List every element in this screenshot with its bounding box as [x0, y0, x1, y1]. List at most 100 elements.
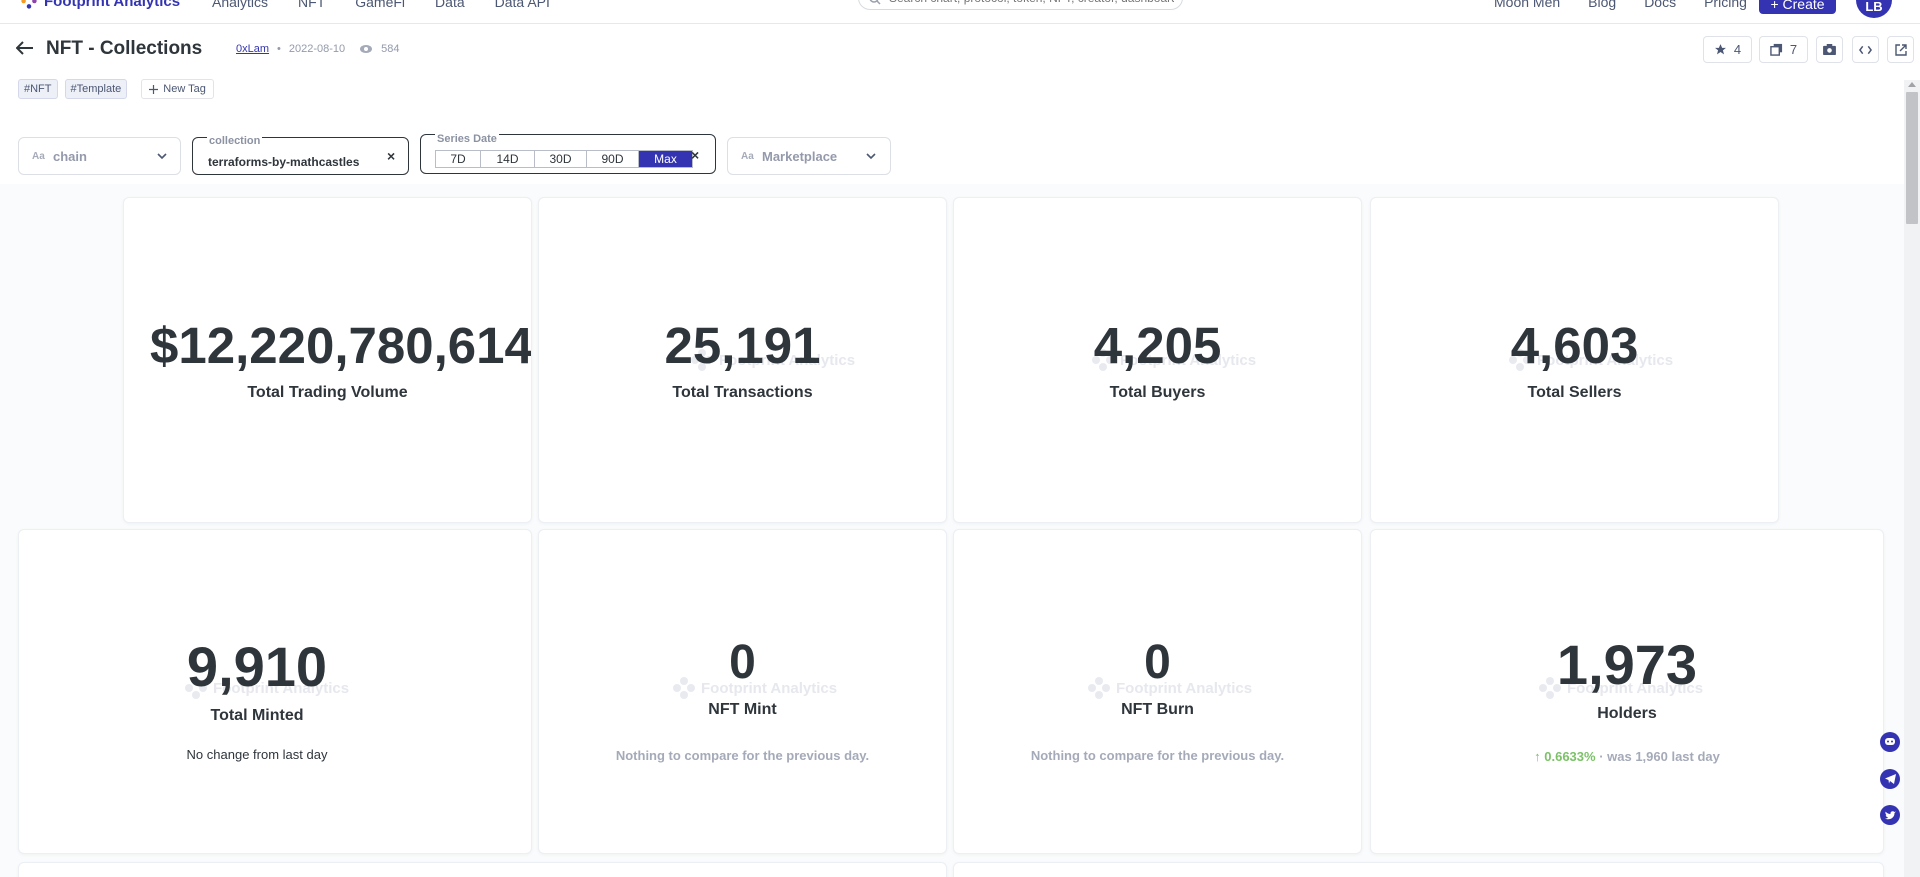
scrollbar-thumb[interactable]	[1906, 92, 1918, 224]
nft-mint-value: 0	[729, 636, 756, 689]
collection-filter[interactable]: collection terraforms-by-mathcastles ×	[192, 135, 409, 175]
series-date-label: Series Date	[435, 133, 499, 145]
nav-link-data-api[interactable]: Data API	[495, 0, 550, 10]
duplicate-count: 7	[1789, 42, 1798, 57]
buyers-value: 4,205	[1093, 317, 1222, 374]
twitter-button[interactable]	[1880, 805, 1900, 825]
avatar[interactable]: LB	[1856, 0, 1892, 18]
trading-volume-value: $12,220,780,614	[150, 317, 532, 374]
minted-label: Total Minted	[210, 707, 304, 724]
favorite-count: 4	[1733, 42, 1742, 57]
tag-nft[interactable]: #NFT	[18, 79, 58, 99]
footprint-logo-icon	[20, 0, 38, 10]
card-nft-burn: Footprint Analytics 0 NFT Burn Nothing t…	[953, 529, 1362, 854]
holders-label: Holders	[1597, 705, 1657, 722]
twitter-icon	[1884, 810, 1896, 819]
logo-text: Footprint Analytics	[44, 0, 181, 10]
collection-filter-value: terraforms-by-mathcastles	[208, 155, 360, 169]
search-icon	[869, 0, 881, 5]
meta-separator: •	[277, 43, 281, 55]
logo[interactable]: Footprint Analytics	[20, 0, 180, 10]
transactions-label: Total Transactions	[672, 384, 813, 401]
range-option-max[interactable]: Max	[639, 151, 692, 167]
author-link[interactable]: 0xLam	[236, 43, 269, 55]
nav-link-pricing[interactable]: Pricing	[1704, 0, 1747, 10]
share-button[interactable]	[1887, 36, 1914, 63]
view-count: 584	[381, 43, 400, 55]
clear-collection-icon[interactable]: ×	[387, 148, 395, 164]
tag-template[interactable]: #Template	[64, 79, 128, 99]
clear-date-icon[interactable]: ×	[691, 147, 699, 163]
marketplace-filter-label: Marketplace	[762, 149, 838, 164]
copy-icon	[1770, 43, 1782, 56]
new-tag-button[interactable]: New Tag	[141, 79, 214, 99]
range-option-7d[interactable]: 7D	[436, 151, 481, 167]
camera-icon	[1823, 44, 1836, 55]
chain-filter-label: chain	[53, 149, 87, 164]
card-nft-mint: Footprint Analytics 0 NFT Mint Nothing t…	[538, 529, 947, 854]
nft-burn-value: 0	[1144, 636, 1171, 689]
card-row3-left	[18, 862, 947, 877]
card-total-minted: Footprint Analytics 9,910 Total Minted N…	[18, 529, 532, 854]
nft-burn-label: NFT Burn	[1121, 701, 1194, 718]
new-tag-label: New Tag	[163, 83, 206, 95]
discord-button[interactable]	[1880, 732, 1900, 752]
range-option-30d[interactable]: 30D	[535, 151, 587, 167]
main-nav: Analytics NFT GameFi Data Data API	[212, 0, 550, 10]
nft-mint-label: NFT Mint	[708, 701, 777, 718]
created-date: 2022-08-10	[288, 43, 346, 55]
minted-value: 9,910	[186, 635, 328, 698]
card-row3-right	[953, 862, 1884, 877]
snapshot-button[interactable]	[1816, 36, 1843, 63]
collection-filter-label: collection	[207, 135, 263, 147]
nav-link-docs[interactable]: Docs	[1644, 0, 1676, 10]
arrow-up-icon: ↑	[1534, 749, 1541, 764]
dashboard-meta: 0xLam • 2022-08-10 584	[236, 43, 400, 55]
series-date-filter[interactable]: Series Date 7D 14D 30D 90D Max ×	[420, 133, 716, 174]
card-holders: Footprint Analytics 1,973 Holders ↑ 0.66…	[1370, 529, 1884, 854]
sellers-value: 4,603	[1510, 317, 1639, 374]
marketplace-filter[interactable]: Aa Marketplace	[727, 137, 891, 175]
holders-previous: · was 1,960 last day	[1595, 749, 1720, 764]
nav-link-gamefi[interactable]: GameFi	[355, 0, 405, 10]
holders-change-text: ↑ 0.6633% · was 1,960 last day	[1371, 749, 1883, 764]
code-icon	[1859, 45, 1872, 54]
tag-list: #NFT #Template New Tag	[18, 79, 214, 99]
top-navbar: Footprint Analytics Analytics NFT GameFi…	[0, 0, 1920, 24]
buyers-label: Total Buyers	[1109, 384, 1206, 401]
range-option-14d[interactable]: 14D	[481, 151, 535, 167]
holders-change-percent: 0.6633%	[1544, 749, 1596, 764]
range-option-90d[interactable]: 90D	[587, 151, 639, 167]
card-total-transactions: Footprint Analytics 25,191 Total Transac…	[538, 197, 947, 523]
card-total-buyers: Footprint Analytics 4,205 Total Buyers	[953, 197, 1362, 523]
card-total-sellers: Footprint Analytics 4,603 Total Sellers	[1370, 197, 1779, 523]
trading-volume-label: Total Trading Volume	[247, 384, 408, 401]
nav-link-blog[interactable]: Blog	[1588, 0, 1616, 10]
nft-mint-change-text: Nothing to compare for the previous day.	[615, 748, 870, 763]
sellers-label: Total Sellers	[1527, 384, 1622, 401]
text-type-icon: Aa	[741, 151, 754, 162]
discord-icon	[1885, 738, 1895, 745]
scroll-up-arrow-icon[interactable]	[1908, 82, 1916, 87]
back-arrow-icon[interactable]	[16, 41, 34, 55]
search-input[interactable]	[889, 0, 1174, 7]
chain-filter[interactable]: Aa chain	[18, 137, 181, 175]
nav-link-nft[interactable]: NFT	[298, 0, 325, 10]
global-search[interactable]	[858, 0, 1183, 10]
embed-button[interactable]	[1852, 36, 1879, 63]
eye-icon	[360, 45, 373, 53]
nav-link-data[interactable]: Data	[435, 0, 465, 10]
transactions-value: 25,191	[664, 317, 821, 374]
external-link-icon	[1894, 43, 1907, 56]
telegram-button[interactable]	[1880, 769, 1900, 789]
nft-burn-change-text: Nothing to compare for the previous day.	[1030, 748, 1285, 763]
chevron-down-icon	[866, 153, 876, 160]
holders-value: 1,973	[1556, 633, 1698, 696]
create-button[interactable]: + Create	[1759, 0, 1836, 14]
nav-link-moon-men[interactable]: Moon Men	[1494, 0, 1560, 10]
nav-link-analytics[interactable]: Analytics	[212, 0, 268, 10]
favorite-button[interactable]: 4	[1703, 36, 1752, 63]
duplicate-button[interactable]: 7	[1759, 36, 1808, 63]
text-type-icon: Aa	[32, 151, 45, 162]
star-icon	[1714, 44, 1726, 55]
